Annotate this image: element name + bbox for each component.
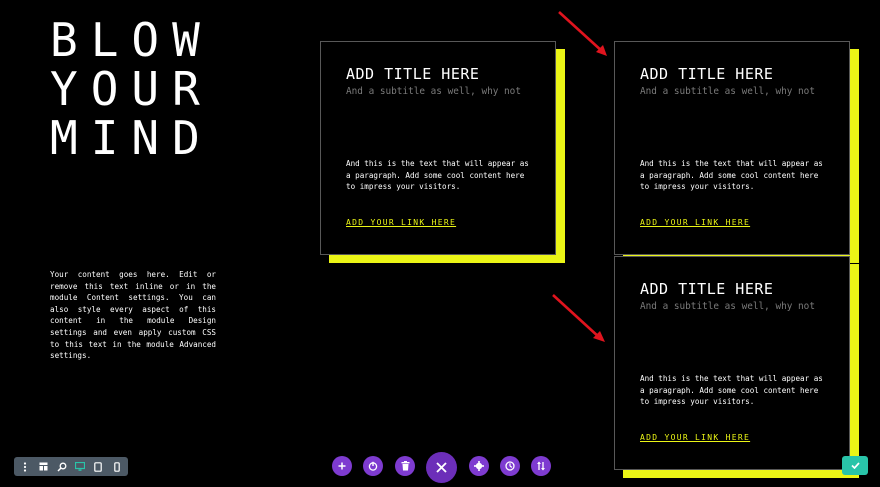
add-icon xyxy=(338,462,346,470)
card-body[interactable]: ADD TITLE HERE And a subtitle as well, w… xyxy=(614,256,850,470)
sort-icon xyxy=(537,461,545,471)
card-title: ADD TITLE HERE xyxy=(640,280,774,298)
hero-line: BLOW xyxy=(50,13,213,67)
card-title: ADD TITLE HERE xyxy=(640,65,774,83)
wireframe-icon[interactable] xyxy=(36,460,50,474)
card-link[interactable]: ADD YOUR LINK HERE xyxy=(346,218,456,227)
save-button[interactable] xyxy=(842,456,868,475)
card-title: ADD TITLE HERE xyxy=(346,65,480,83)
hero-heading: BLOW YOUR MIND xyxy=(50,16,250,163)
checkmark-icon xyxy=(850,462,860,469)
history-button[interactable] xyxy=(500,456,520,476)
card-text: And this is the text that will appear as… xyxy=(640,374,823,406)
portability-icon xyxy=(368,461,378,471)
clear-layout-icon xyxy=(401,461,409,471)
hero-line: YOUR xyxy=(50,62,213,116)
card-subtitle: And a subtitle as well, why not xyxy=(640,301,815,312)
card-text: And this is the text that will appear as… xyxy=(640,159,823,191)
clear-layout-button[interactable] xyxy=(395,456,415,476)
page-settings-button[interactable] xyxy=(469,456,489,476)
hero-line: MIND xyxy=(50,111,213,165)
annotation-arrow-icon xyxy=(552,294,605,342)
card-link[interactable]: ADD YOUR LINK HERE xyxy=(640,433,750,442)
card-2: ADD TITLE HERE And a subtitle as well, w… xyxy=(614,41,859,263)
card-body[interactable]: ADD TITLE HERE And a subtitle as well, w… xyxy=(614,41,850,255)
phone-view-icon[interactable] xyxy=(110,460,124,474)
view-mode-bar xyxy=(14,457,128,476)
desktop-view-icon[interactable] xyxy=(73,460,87,474)
portability-button[interactable] xyxy=(363,456,383,476)
card-subtitle: And a subtitle as well, why not xyxy=(346,86,521,97)
intro-text: Your content goes here. Edit or remove t… xyxy=(50,270,216,361)
close-builder-button[interactable] xyxy=(426,452,457,483)
annotation-arrow-icon xyxy=(558,11,607,56)
card-text: And this is the text that will appear as… xyxy=(346,159,529,191)
card-3: ADD TITLE HERE And a subtitle as well, w… xyxy=(614,256,859,478)
card-subtitle: And a subtitle as well, why not xyxy=(640,86,815,97)
add-button[interactable] xyxy=(332,456,352,476)
close-icon xyxy=(436,462,447,473)
sort-button[interactable] xyxy=(531,456,551,476)
card-1: ADD TITLE HERE And a subtitle as well, w… xyxy=(320,41,565,263)
zoom-icon[interactable] xyxy=(55,460,69,474)
card-body[interactable]: ADD TITLE HERE And a subtitle as well, w… xyxy=(320,41,556,255)
card-link[interactable]: ADD YOUR LINK HERE xyxy=(640,218,750,227)
tablet-view-icon[interactable] xyxy=(91,460,105,474)
more-options-icon[interactable] xyxy=(18,460,32,474)
history-icon xyxy=(505,461,515,471)
page-settings-icon xyxy=(474,461,484,471)
